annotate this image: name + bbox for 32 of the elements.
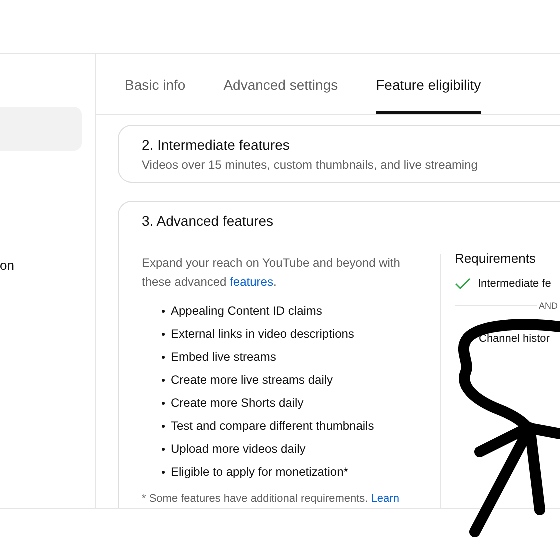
bullet-icon xyxy=(162,402,165,404)
card-title: 2. Intermediate features xyxy=(142,137,291,153)
requirements-heading: Requirements xyxy=(455,251,537,266)
learn-link[interactable]: Learn xyxy=(371,493,400,505)
bullet-icon xyxy=(162,424,165,428)
feature-text: Create more Shorts daily xyxy=(171,396,304,410)
card-subtitle: Videos over 15 minutes, custom thumbnails, and live streaming xyxy=(142,158,479,172)
feature-card[interactable]: 2. Intermediate features Videos over 15 minutes, custom thumbnails, and live streaming xyxy=(118,125,560,183)
feature-text: Test and compare different thumbnails xyxy=(171,419,374,433)
requirement-text: Intermediate fe xyxy=(478,278,552,290)
bullet-icon xyxy=(162,356,165,358)
bullet-icon xyxy=(162,310,165,312)
feature-text: Create more live streams daily xyxy=(171,373,334,387)
bullet-icon xyxy=(162,470,165,474)
and-label: AND xyxy=(536,301,560,311)
feature-text: Upload more videos daily xyxy=(171,442,306,456)
tab[interactable]: Feature eligibility xyxy=(376,77,482,114)
feature-text: Appealing Content ID claims xyxy=(171,304,322,318)
tab[interactable]: Basic info xyxy=(125,77,186,114)
features-link[interactable]: features xyxy=(230,275,274,289)
card-title: 3. Advanced features xyxy=(142,213,275,229)
requirement-text: Channel histor xyxy=(478,333,551,345)
footnote: * Some features have additional requirements. Learn xyxy=(142,493,400,505)
bullet-icon xyxy=(162,448,165,450)
bullet-icon xyxy=(162,332,165,336)
sidebar-item[interactable]: on xyxy=(0,243,82,287)
feature-text: Eligible to apply for monetization* xyxy=(171,465,348,479)
bullet-icon xyxy=(162,378,165,382)
feature-text: Embed live streams xyxy=(171,350,276,364)
tab[interactable]: Advanced settings xyxy=(224,77,338,114)
intro-text: Expand your reach on YouTube and beyond with these advanced features. xyxy=(142,255,402,291)
feature-text: External links in video descriptions xyxy=(171,327,354,341)
